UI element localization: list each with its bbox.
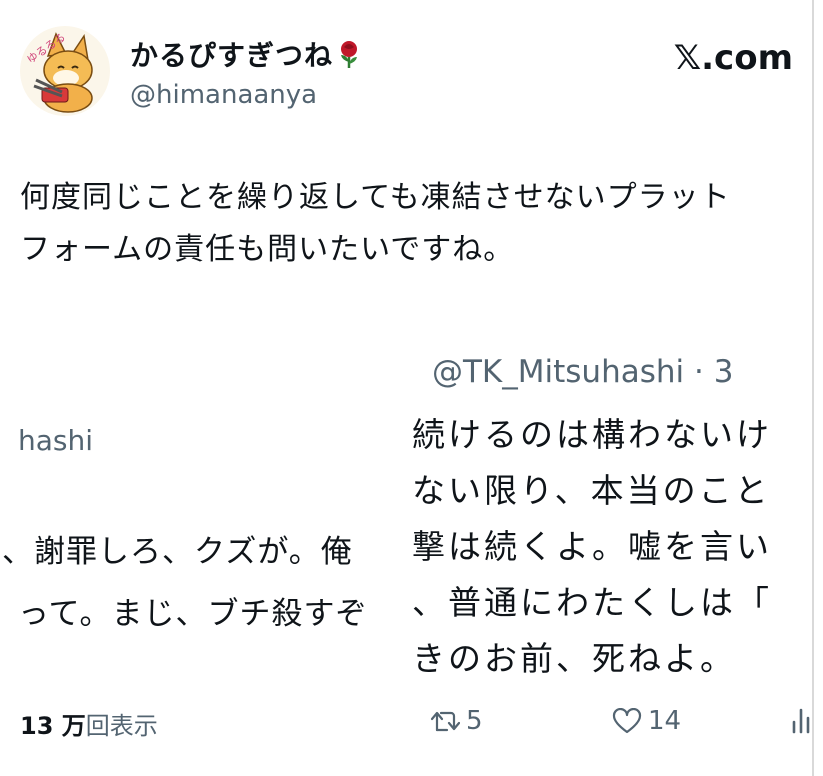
post-text-line: 何度同じことを繰り返しても凍結させないプラット [20, 180, 731, 215]
heart-icon [612, 708, 642, 734]
embedded-text-line: 撃は続くよ。嘘を言い [412, 527, 772, 566]
embedded-screenshot-right: @TK_Mitsuhashi · 3 続けるのは構わないけ ない限り、本当のこと… [408, 330, 823, 680]
views-label: 回表示 [85, 712, 158, 740]
edge-divider [812, 0, 814, 776]
avatar[interactable]: ゆるるる [20, 26, 110, 116]
embedded-handle-fragment: hashi [18, 424, 94, 457]
embedded-text-line: きのお前、死ねよ。 [412, 639, 736, 678]
analytics-button[interactable] [790, 706, 818, 734]
retweet-button[interactable]: 5 [430, 706, 483, 736]
embedded-text-line: って。まじ、ブチ殺すぞ [18, 596, 368, 632]
display-name-text: かるぴすぎつね [130, 39, 334, 72]
views-count[interactable]: 13 万回表示 [20, 706, 158, 741]
embedded-handle: @TK_Mitsuhashi · 3 [432, 354, 734, 390]
site-label[interactable]: 𝕏.com [674, 38, 793, 78]
analytics-icon [792, 708, 810, 734]
rose-icon [341, 41, 358, 68]
like-count: 14 [648, 706, 682, 736]
embedded-screenshot-left: hashi 、謝罪しろ、クズが。俺 って。まじ、ブチ殺すぞ [0, 400, 408, 680]
user-handle[interactable]: @himanaanya [130, 80, 317, 110]
display-name[interactable]: かるぴすぎつね [130, 34, 363, 74]
stats-bar: 13 万回表示 5 14 [0, 700, 823, 750]
embedded-text-line: 、謝罪しろ、クズが。俺 [2, 534, 353, 570]
embedded-text-line: 、普通にわたくしは「 [412, 583, 772, 622]
like-button[interactable]: 14 [612, 706, 681, 736]
post-text: 何度同じことを繰り返しても凍結させないプラット フォームの責任も問いたいですね。 [20, 172, 810, 276]
retweet-icon [430, 711, 460, 732]
post-text-line: フォームの責任も問いたいですね。 [20, 232, 515, 267]
embedded-text-line: ない限り、本当のこと [412, 471, 771, 510]
retweet-count: 5 [466, 706, 483, 736]
embedded-text-line: 続けるのは構わないけ [412, 415, 772, 454]
views-number: 13 万 [20, 712, 86, 740]
